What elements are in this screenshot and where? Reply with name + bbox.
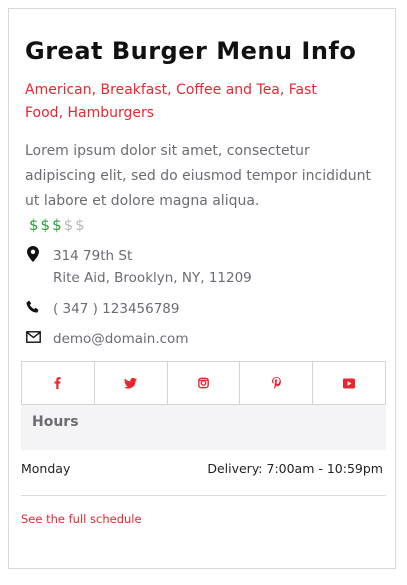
listing-title: Great Burger Menu Info [25,37,357,65]
listing-card: Great Burger Menu Info American, Breakfa… [8,8,396,569]
email-address[interactable]: demo@domain.com [53,328,188,350]
phone-number[interactable]: ( 347 ) 123456789 [53,298,179,320]
pinterest-button[interactable] [240,362,314,404]
phone-icon [25,298,41,316]
pinterest-icon [271,374,281,393]
twitter-button[interactable] [95,362,168,404]
twitter-icon [124,374,138,393]
hours-time: Delivery: 7:00am - 10:59pm [207,461,383,476]
instagram-button[interactable] [168,362,241,404]
instagram-icon [198,374,209,393]
listing-description: Lorem ipsum dolor sit amet, consectetur … [25,143,372,209]
phone-row[interactable]: ( 347 ) 123456789 [25,298,179,320]
map-pin-icon [25,245,41,263]
facebook-button[interactable] [22,362,95,404]
youtube-button[interactable] [313,362,385,404]
address-row: 314 79th St Rite Aid, Brooklyn, NY, 1120… [25,245,252,289]
email-row[interactable]: demo@domain.com [25,328,188,350]
facebook-icon [54,374,61,393]
hours-day: Monday [21,461,71,476]
social-links [21,361,386,405]
category-list: American, Breakfast, Coffee and Tea, Fas… [25,82,317,121]
hours-header: Hours [21,405,386,450]
address-line1: 314 79th St [53,248,133,264]
youtube-icon [343,374,356,393]
hours-divider [21,495,386,496]
price-level: $$$$$ [29,216,87,234]
price-level-inactive: $$ [63,216,87,234]
price-level-active: $$$ [29,216,64,234]
envelope-icon [25,328,41,346]
address-line2: Rite Aid, Brooklyn, NY, 11209 [53,270,252,286]
hours-heading: Hours [32,414,79,430]
full-schedule-link[interactable]: See the full schedule [21,512,142,526]
hours-row: Monday Delivery: 7:00am - 10:59pm [21,461,383,476]
